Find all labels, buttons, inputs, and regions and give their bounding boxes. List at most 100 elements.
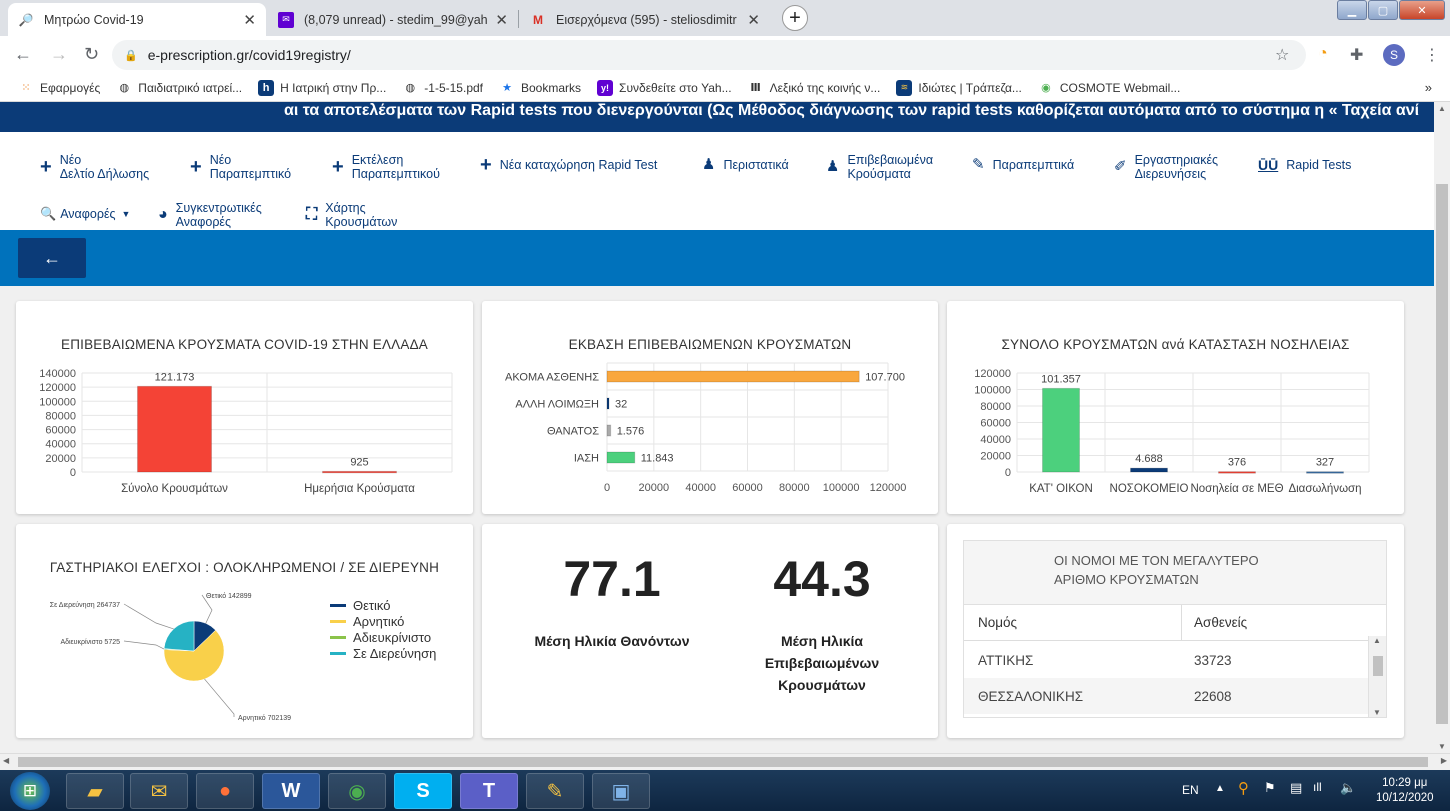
page-vertical-scrollbar[interactable]: ▲ ▼ (1434, 102, 1450, 753)
x-tick-label: Νοσηλεία σε ΜΕΘ (1190, 483, 1283, 495)
close-window-button[interactable]: ✕ (1399, 0, 1445, 20)
network-icon[interactable]: ıll (1313, 780, 1322, 794)
scroll-down-arrow-icon[interactable]: ▼ (1438, 742, 1446, 751)
table-row[interactable]: ΘΕΣΣΑΛΟΝΙΚΗΣ 22608 (964, 678, 1370, 714)
bookmark-label: Συνδεθείτε στο Yah... (619, 80, 732, 95)
legend-swatch (330, 652, 346, 655)
menu-execute-referral[interactable]: + Εκτέλεση Παραπεμπτικού (332, 153, 440, 181)
menu-dots-icon[interactable]: ⋮ (1424, 45, 1440, 65)
scroll-down-arrow-icon[interactable]: ▼ (1373, 708, 1381, 717)
close-icon[interactable]: ✕ (747, 11, 760, 29)
photos-icon[interactable]: ▣ (592, 773, 650, 809)
profile-avatar[interactable]: S (1383, 44, 1405, 66)
menu-label: Διερευνήσεις (1134, 167, 1207, 181)
bookmark-item[interactable]: ◉ COSMOTE Webmail... (1038, 80, 1180, 96)
maximize-button[interactable]: ▢ (1368, 0, 1398, 20)
cosmote-icon: ◉ (1041, 82, 1051, 94)
bookmark-star-icon[interactable]: ☆ (1275, 45, 1289, 65)
slice-label: Αρνητικό 702139 (238, 714, 291, 722)
minimize-button[interactable]: ▁ (1337, 0, 1367, 20)
scrollbar-thumb[interactable] (1373, 656, 1383, 676)
scroll-left-arrow-icon[interactable]: ◀ (3, 756, 9, 765)
menu-new-referral[interactable]: + Νέο Παραπεμπτικό (190, 153, 291, 181)
paint-icon[interactable]: ✎ (526, 773, 584, 809)
menu-rapid-tests[interactable]: ŪŪ Rapid Tests (1258, 158, 1351, 172)
page-header-bar: ← (0, 230, 1434, 286)
legend-swatch (330, 636, 346, 639)
menu-new-rapid-test[interactable]: + Νέα καταχώρηση Rapid Test (480, 155, 657, 175)
reload-icon[interactable]: ↻ (84, 44, 99, 65)
close-icon[interactable]: ✕ (495, 11, 508, 29)
bookmark-item[interactable]: ◍ -1-5-15.pdf (402, 80, 483, 96)
new-tab-button[interactable]: + (782, 5, 808, 31)
rss-icon[interactable]: ◔ (1318, 45, 1328, 63)
scrollbar-thumb[interactable] (1436, 184, 1448, 724)
bookmark-label: Ιδιώτες | Τράπεζα... (918, 80, 1022, 95)
cell-patients: 22608 (1194, 688, 1232, 704)
menu-referrals[interactable]: ✎ Παραπεμπτικά (972, 157, 1075, 172)
outlook-icon[interactable]: ✉ (130, 773, 188, 809)
menu-label: Χάρτης (325, 201, 366, 215)
bookmark-item[interactable]: y! Συνδεθείτε στο Yah... (597, 79, 732, 96)
bookmark-item[interactable]: Ⅲ Λεξικό της κοινής ν... (748, 80, 880, 96)
test-tubes-icon: ŪŪ (1258, 157, 1279, 173)
teams-icon[interactable]: T (460, 773, 518, 809)
column-header-prefecture[interactable]: Νομός (978, 615, 1017, 630)
bookmark-item[interactable]: ≋ Ιδιώτες | Τράπεζα... (896, 79, 1022, 96)
clock[interactable]: 10:29 μμ 10/12/2020 (1376, 776, 1434, 806)
word-icon[interactable]: W (262, 773, 320, 809)
forward-arrow-icon[interactable]: → (50, 44, 68, 65)
menu-label: Παραπεμπτικό (209, 167, 292, 181)
flag-icon[interactable]: ⚑ (1264, 780, 1276, 796)
menu-cases[interactable]: ♟ Περιστατικά (702, 157, 789, 172)
close-icon[interactable]: ✕ (243, 11, 256, 29)
menu-cases-map[interactable]: ⛶ Χάρτης Κρουσμάτων (306, 201, 397, 229)
volume-icon[interactable]: 🔈 (1340, 780, 1356, 796)
scroll-up-arrow-icon[interactable]: ▲ (1373, 636, 1381, 645)
leader-line (123, 603, 174, 630)
menu-confirmed-cases[interactable]: ♟ Επιβεβαιωμένα Κρούσματα (826, 153, 933, 181)
scroll-right-arrow-icon[interactable]: ▶ (1441, 756, 1447, 765)
menu-reports-dropdown[interactable]: 🔍 Αναφορές ▼ (40, 207, 130, 222)
bookmark-item[interactable]: h Η Ιατρική στην Πρ... (258, 79, 386, 96)
page-horizontal-scrollbar[interactable]: ◀ ▶ (0, 753, 1450, 770)
kpi-age-deaths-value: 77.1 (563, 551, 661, 607)
search-icon[interactable]: ⚲ (1238, 779, 1249, 797)
data-label: 327 (1316, 457, 1334, 469)
device-icon[interactable]: ▤ (1290, 780, 1302, 796)
tray-expand-icon[interactable]: ▲ (1215, 783, 1225, 794)
tab-gmail[interactable]: M Εισερχόμενα (595) - steliosdimitr ✕ (520, 3, 770, 36)
tab-title: Μητρώο Covid-19 (44, 12, 144, 27)
y-tick-label: 40000 (980, 434, 1011, 446)
bar (1042, 387, 1080, 473)
menu-lab-investigations[interactable]: ✐ Εργαστηριακές Διερευνήσεις (1114, 153, 1218, 181)
back-arrow-icon[interactable]: ← (14, 44, 32, 65)
bookmark-apps[interactable]: ⁙ Εφαρμογές (18, 80, 100, 96)
column-header-patients[interactable]: Ασθενείς (1181, 604, 1247, 641)
kpi-age-deaths-label: Μέση Ηλικία Θανόντων (502, 630, 722, 652)
chrome-icon[interactable]: ◉ (328, 773, 386, 809)
kpi-label-line: Κρουσμάτων (778, 677, 866, 693)
back-button[interactable]: ← (18, 238, 86, 278)
tab-yahoo-mail[interactable]: ✉ (8,079 unread) - stedim_99@yah ✕ (268, 3, 518, 36)
table-row[interactable]: ΑΤΤΙΚΗΣ 33723 (964, 642, 1370, 678)
firefox-icon[interactable]: ● (196, 773, 254, 809)
start-button[interactable]: ⊞ (10, 772, 50, 810)
more-bookmarks-chevron[interactable]: » (1425, 80, 1432, 95)
language-indicator[interactable]: EN (1182, 783, 1199, 797)
skype-icon[interactable]: S (394, 773, 452, 809)
explorer-icon[interactable]: ▰ (66, 773, 124, 809)
scrollbar-thumb[interactable] (18, 757, 1428, 767)
menu-label: Παραπεμπτικά (992, 158, 1075, 172)
chart-hospitalization-status: 0 20000 40000 60000 80000 100000 120000 101.357… (974, 368, 1370, 495)
extensions-icon[interactable]: ✚ (1350, 45, 1363, 65)
scroll-up-arrow-icon[interactable]: ▲ (1438, 104, 1446, 113)
address-bar[interactable]: 🔒 e-prescription.gr/covid19registry/ (112, 40, 1306, 70)
chart-card-case-outcome: ΕΚΒΑΣΗ ΕΠΙΒΕΒΑΙΩΜΕΝΩΝ ΚΡΟΥΣΜΑΤΩΝ 0 20000 4… (482, 301, 938, 514)
bookmark-item[interactable]: ★ Bookmarks (499, 80, 581, 96)
table-scrollbar[interactable]: ▲ ▼ (1368, 636, 1386, 717)
menu-summary-reports[interactable]: ◕ Συγκεντρωτικές Αναφορές (158, 201, 262, 229)
tab-covid-registry[interactable]: 🔎 Μητρώο Covid-19 ✕ (8, 3, 266, 36)
bookmark-item[interactable]: ◍ Παιδιατρικό ιατρεί... (116, 80, 242, 96)
menu-new-declaration[interactable]: + Νέο Δελτίο Δήλωσης (40, 153, 149, 181)
